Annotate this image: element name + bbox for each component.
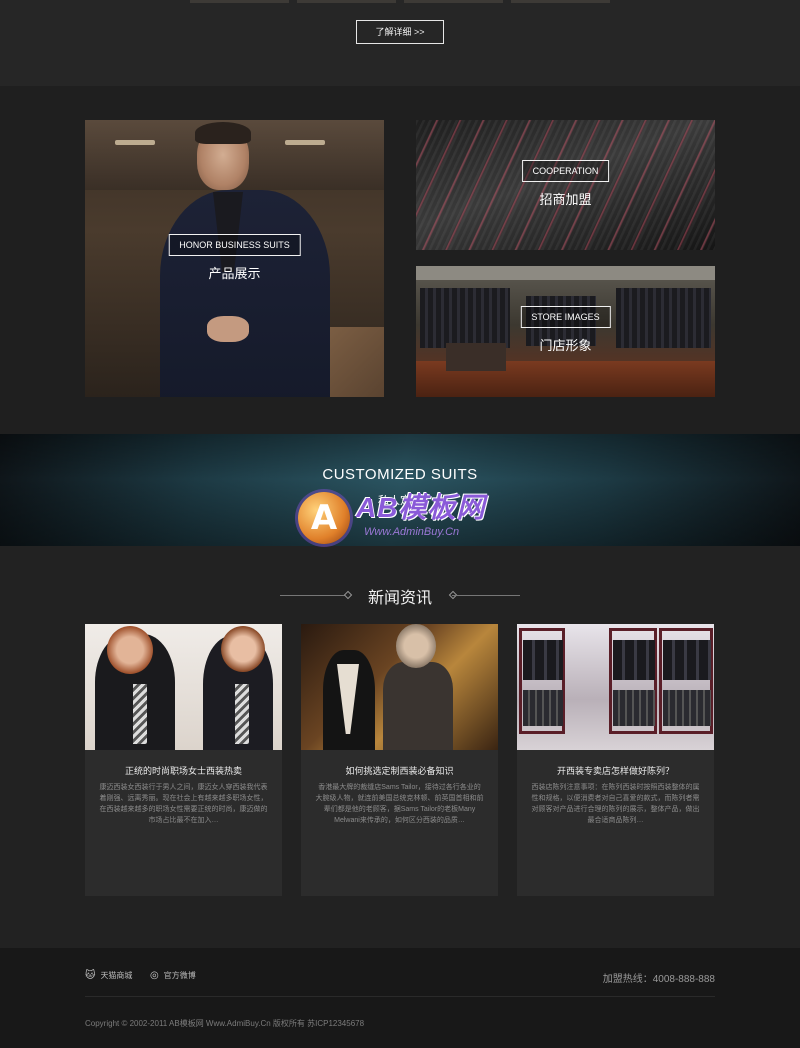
- store-ceiling: [416, 266, 715, 280]
- weibo-icon: ◎: [150, 970, 159, 981]
- top-section: 了解详细 >>: [0, 0, 800, 86]
- cooperation-tile-subtitle: 招商加盟: [539, 192, 592, 207]
- news-card[interactable]: 开西装专卖店怎样做好陈列？ 西装店陈列注意事项：在陈列西装时按照西装整体的属性和…: [517, 624, 714, 896]
- ceiling-light: [285, 140, 325, 145]
- news-title[interactable]: 开西装专卖店怎样做好陈列？: [517, 764, 714, 777]
- footer-divider: [85, 996, 715, 997]
- news-heading: 新闻资讯: [367, 590, 432, 607]
- ab-template-watermark: A AB模板网 Www.AdminBuy.Cn: [298, 484, 528, 560]
- news-excerpt: 香港最大牌的裁缝店Sams Tailor，接待过各行各业的大腕级人物，就连前美国…: [315, 784, 484, 824]
- top-thumbnail-strip: [190, 0, 610, 3]
- folded-pants: [613, 690, 655, 726]
- footer: 🐱 天猫商城 ◎ 官方微博 加盟热线：4008-888-888 Copyrigh…: [0, 948, 800, 1048]
- tailor-figure: [383, 662, 453, 750]
- top-thumbnail[interactable]: [190, 0, 289, 3]
- hanging-suits: [663, 640, 711, 680]
- news-image-tailor[interactable]: [301, 624, 498, 750]
- news-title[interactable]: 如何挑选定制西装必备知识: [301, 764, 498, 777]
- news-image-store-display[interactable]: [517, 624, 714, 750]
- news-card[interactable]: 正统的时尚职场女士西装热卖 康迈西装女西装行于男人之间，康迈女人穿西装我代表着刚…: [85, 624, 282, 896]
- ceiling-light: [115, 140, 155, 145]
- woman-head: [107, 626, 153, 674]
- store-images-tile[interactable]: STORE IMAGES 门店形象: [416, 266, 715, 397]
- copyright-text: Copyright © 2002-2011 AB模板网 Www.AdmiBuy.…: [85, 1019, 365, 1028]
- striped-tie: [235, 684, 249, 744]
- news-title[interactable]: 正统的时尚职场女士西装热卖: [85, 764, 282, 777]
- watermark-logo-icon: A: [298, 492, 350, 544]
- news-excerpt: 康迈西装女西装行于男人之间，康迈女人穿西装我代表着刚强、远离秀丽。现在社会上有越…: [99, 784, 268, 824]
- watermark-name: AB模板网: [356, 492, 486, 523]
- hanging-suits: [613, 640, 655, 680]
- watermark-url: Www.AdminBuy.Cn: [364, 526, 460, 538]
- more-details-button[interactable]: 了解详细 >>: [356, 20, 444, 44]
- folded-pants: [523, 690, 563, 726]
- model-hand: [207, 316, 249, 342]
- heading-divider: [452, 595, 520, 596]
- news-excerpt: 西装店陈列注意事项：在陈列西装时按照西装整体的属性和规格，以便消费者对自己喜爱的…: [531, 784, 700, 824]
- hanging-suits: [523, 640, 563, 680]
- customized-title: CUSTOMIZED SUITS: [322, 466, 478, 483]
- cooperation-tile[interactable]: COOPERATION 招商加盟: [416, 120, 715, 250]
- model-hair: [195, 122, 251, 144]
- model-suit: [160, 190, 330, 397]
- striped-tie: [133, 684, 147, 744]
- feature-tiles: HONOR BUSINESS SUITS 产品展示 COOPERATION 招商…: [0, 86, 800, 434]
- news-card[interactable]: 如何挑选定制西装必备知识 香港最大牌的裁缝店Sams Tailor，接待过各行各…: [301, 624, 498, 896]
- honor-tile-subtitle: 产品展示: [208, 266, 261, 281]
- tailor-head: [396, 624, 436, 668]
- honor-business-suits-tile[interactable]: HONOR BUSINESS SUITS 产品展示: [85, 120, 384, 397]
- store-tile-subtitle: 门店形象: [539, 338, 592, 353]
- woman-head: [221, 626, 265, 672]
- top-thumbnail[interactable]: [511, 0, 610, 3]
- store-tile-label: STORE IMAGES: [520, 306, 611, 328]
- weibo-label: 官方微博: [163, 971, 196, 980]
- folded-pants: [663, 690, 711, 726]
- cooperation-tile-label: COOPERATION: [521, 160, 610, 182]
- top-thumbnail[interactable]: [297, 0, 396, 3]
- tmall-link[interactable]: 🐱 天猫商城: [85, 970, 132, 981]
- tmall-cat-icon: 🐱: [85, 970, 96, 981]
- honor-tile-label: HONOR BUSINESS SUITS: [168, 234, 301, 256]
- tmall-label: 天猫商城: [100, 971, 133, 980]
- franchise-hotline: 加盟热线：4008-888-888: [602, 974, 715, 985]
- top-thumbnail[interactable]: [404, 0, 503, 3]
- news-section: 新闻资讯 正统的时尚职场女士西装热卖 康迈西装女西装行于男人之间，康迈女人穿西装…: [0, 546, 800, 948]
- weibo-link[interactable]: ◎ 官方微博: [150, 970, 196, 981]
- news-image-women-suits[interactable]: [85, 624, 282, 750]
